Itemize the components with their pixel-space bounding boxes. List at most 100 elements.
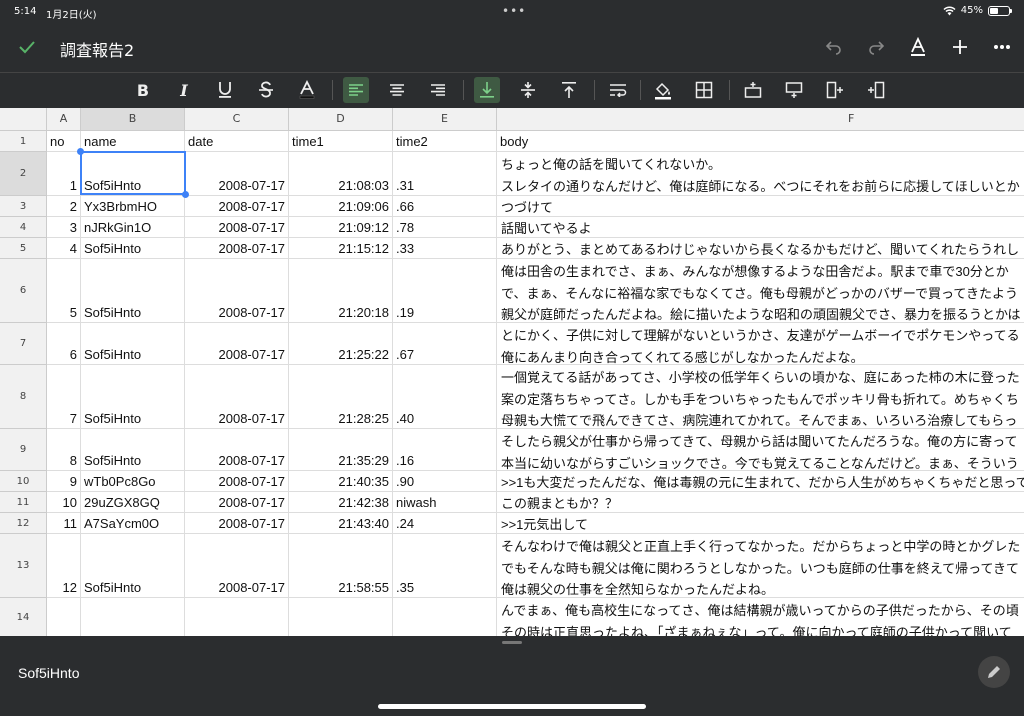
cell-b4[interactable]: nJRkGin1O (81, 217, 185, 238)
cell-a9[interactable]: 8 (47, 429, 81, 471)
row-header-3[interactable]: 3 (0, 196, 47, 217)
cell-f12[interactable]: >>1元気出して (497, 513, 1024, 534)
cell-d10[interactable]: 21:40:35 (289, 471, 393, 492)
cell-b1[interactable]: name (81, 131, 185, 152)
column-header-a[interactable]: A (47, 108, 81, 131)
cell-f13[interactable]: そんなわけで俺は親父と正直上手く行ってなかった。だからちょっと中学の時とかグレた… (497, 534, 1024, 598)
check-icon[interactable] (16, 36, 38, 58)
more-icon[interactable] (992, 34, 1012, 60)
cell-c13[interactable]: 2008-07-17 (185, 534, 289, 598)
cell-e11[interactable]: niwash (393, 492, 497, 513)
cell-c7[interactable]: 2008-07-17 (185, 323, 289, 365)
cell-f9[interactable]: そしたら親父が仕事から帰ってきて、母親から話は聞いてたんだろうな。俺の方に寄って… (497, 429, 1024, 471)
add-icon[interactable] (950, 34, 970, 60)
cell-a10[interactable]: 9 (47, 471, 81, 492)
cell-e4[interactable]: .78 (393, 217, 497, 238)
cell-c2[interactable]: 2008-07-17 (185, 152, 289, 196)
wrap-icon[interactable] (605, 77, 631, 103)
row-header-1[interactable]: 1 (0, 131, 47, 152)
row-header-14[interactable]: 14 (0, 598, 47, 636)
cell-value-display[interactable]: Sof5iHnto (18, 665, 79, 681)
align-center-icon[interactable] (384, 77, 410, 103)
align-right-icon[interactable] (425, 77, 451, 103)
cell-d2[interactable]: 21:08:03 (289, 152, 393, 196)
cell-d12[interactable]: 21:43:40 (289, 513, 393, 534)
cell-f2[interactable]: ちょっと俺の話を聞いてくれないか。 スレタイの通りなんだけど、俺は庭師になる。べつ… (497, 152, 1024, 196)
cell-b9[interactable]: Sof5iHnto (81, 429, 185, 471)
cell-b13[interactable]: Sof5iHnto (81, 534, 185, 598)
cell-e7[interactable]: .67 (393, 323, 497, 365)
borders-icon[interactable] (691, 77, 717, 103)
cell-f1[interactable]: body (497, 131, 1024, 152)
row-header-8[interactable]: 8 (0, 365, 47, 429)
cell-a3[interactable]: 2 (47, 196, 81, 217)
cell-d9[interactable]: 21:35:29 (289, 429, 393, 471)
cell-f5[interactable]: ありがとう、まとめてあるわけじゃないから長くなるかもだけど、聞いてくれたらうれし (497, 238, 1024, 259)
cell-d8[interactable]: 21:28:25 (289, 365, 393, 429)
text-format-icon[interactable] (908, 34, 928, 60)
cell-b14[interactable] (81, 598, 185, 636)
home-indicator[interactable] (378, 704, 646, 709)
cell-c5[interactable]: 2008-07-17 (185, 238, 289, 259)
row-header-12[interactable]: 12 (0, 513, 47, 534)
cell-c10[interactable]: 2008-07-17 (185, 471, 289, 492)
cell-b3[interactable]: Yx3BrbmHO (81, 196, 185, 217)
cell-e9[interactable]: .16 (393, 429, 497, 471)
cell-f14[interactable]: んでまぁ、俺も高校生になってさ、俺は結構親が歳いってからの子供だったから、その頃… (497, 598, 1024, 636)
cell-c12[interactable]: 2008-07-17 (185, 513, 289, 534)
row-header-2[interactable]: 2 (0, 152, 47, 196)
cell-e6[interactable]: .19 (393, 259, 497, 323)
cell-b6[interactable]: Sof5iHnto (81, 259, 185, 323)
valign-top-icon[interactable] (556, 77, 582, 103)
cell-a12[interactable]: 11 (47, 513, 81, 534)
underline-icon[interactable] (212, 77, 238, 103)
cell-c11[interactable]: 2008-07-17 (185, 492, 289, 513)
strikethrough-icon[interactable] (253, 77, 279, 103)
cell-d7[interactable]: 21:25:22 (289, 323, 393, 365)
row-header-5[interactable]: 5 (0, 238, 47, 259)
insert-row-below-icon[interactable] (781, 77, 807, 103)
cell-e12[interactable]: .24 (393, 513, 497, 534)
align-left-icon[interactable] (343, 77, 369, 103)
column-header-c[interactable]: C (185, 108, 289, 131)
cell-d11[interactable]: 21:42:38 (289, 492, 393, 513)
row-header-11[interactable]: 11 (0, 492, 47, 513)
cell-b8[interactable]: Sof5iHnto (81, 365, 185, 429)
cell-f8[interactable]: 一個覚えてる話があってさ、小学校の低学年くらいの頃かな、庭にあった柿の木に登った… (497, 365, 1024, 429)
cell-f10[interactable]: >>1も大変だったんだな、俺は毒親の元に生まれて、だから人生がめちゃくちゃだと思… (497, 471, 1024, 492)
row-header-7[interactable]: 7 (0, 323, 47, 365)
cell-f3[interactable]: つづけて (497, 196, 1024, 217)
cell-c9[interactable]: 2008-07-17 (185, 429, 289, 471)
column-header-e[interactable]: E (393, 108, 497, 131)
insert-col-left-icon[interactable] (822, 77, 848, 103)
cell-b2[interactable]: Sof5iHnto (81, 152, 185, 196)
selection-handle-end[interactable] (182, 191, 189, 198)
column-header-f[interactable]: F (497, 108, 1024, 131)
cell-e13[interactable]: .35 (393, 534, 497, 598)
cell-b5[interactable]: Sof5iHnto (81, 238, 185, 259)
document-title[interactable]: 調査報告2 (60, 37, 134, 61)
cell-a11[interactable]: 10 (47, 492, 81, 513)
cell-a13[interactable]: 12 (47, 534, 81, 598)
valign-middle-icon[interactable] (515, 77, 541, 103)
cell-e3[interactable]: .66 (393, 196, 497, 217)
cell-a1[interactable]: no (47, 131, 81, 152)
row-header-4[interactable]: 4 (0, 217, 47, 238)
cell-a6[interactable]: 5 (47, 259, 81, 323)
italic-icon[interactable]: I (171, 77, 197, 103)
cell-b11[interactable]: 29uZGX8GQ (81, 492, 185, 513)
cell-d13[interactable]: 21:58:55 (289, 534, 393, 598)
redo-icon[interactable] (866, 34, 886, 60)
cell-c3[interactable]: 2008-07-17 (185, 196, 289, 217)
insert-row-above-icon[interactable] (740, 77, 766, 103)
fill-color-icon[interactable] (650, 77, 676, 103)
cell-d1[interactable]: time1 (289, 131, 393, 152)
panel-grabber[interactable] (502, 641, 522, 644)
cell-f11[interactable]: この親まともか？？ (497, 492, 1024, 513)
cell-f6[interactable]: 俺は田舎の生まれでさ、まぁ、みんなが想像するような田舎だよ。駅まで車で30分とか… (497, 259, 1024, 323)
cell-e10[interactable]: .90 (393, 471, 497, 492)
row-header-10[interactable]: 10 (0, 471, 47, 492)
cell-a5[interactable]: 4 (47, 238, 81, 259)
selection-handle-start[interactable] (77, 148, 84, 155)
column-header-d[interactable]: D (289, 108, 393, 131)
